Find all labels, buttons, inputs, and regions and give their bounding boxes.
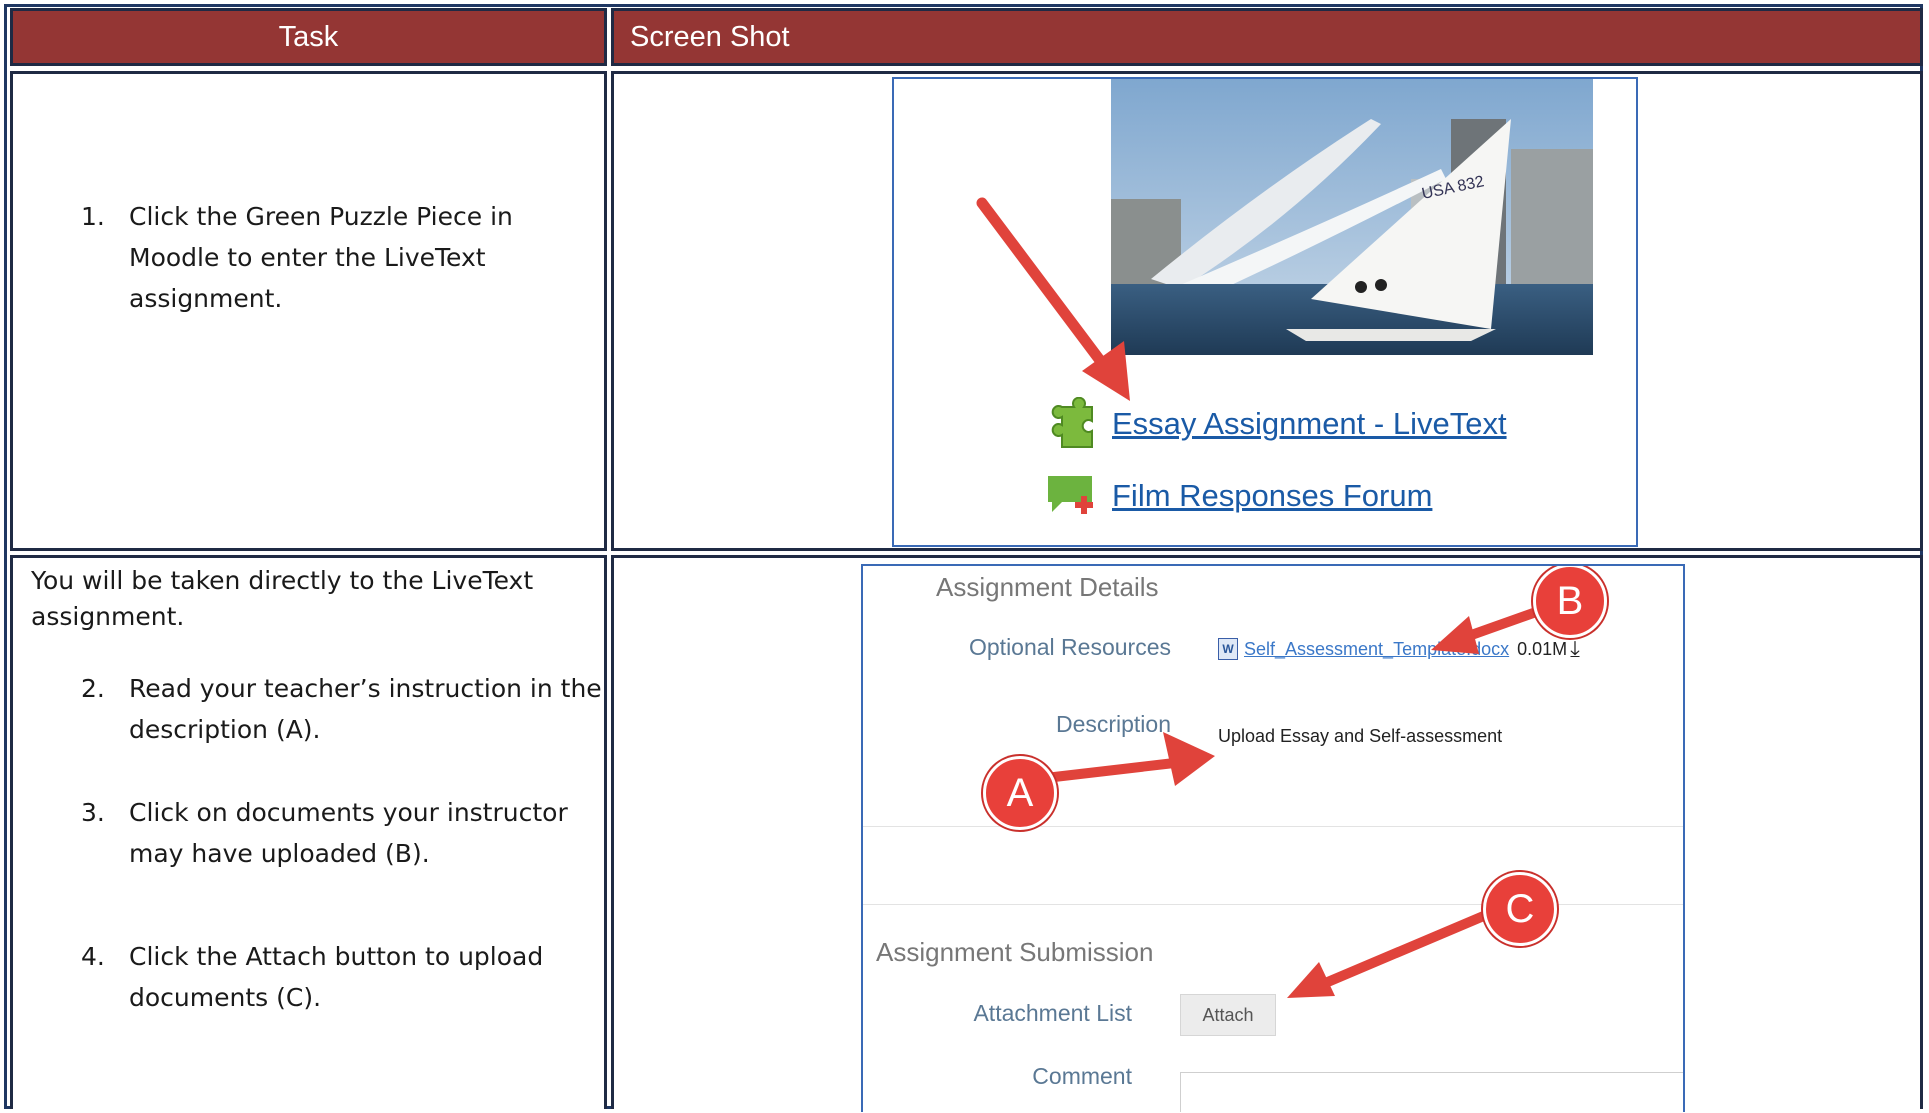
step-number: 1.	[81, 202, 105, 231]
step-line: may have uploaded (B).	[129, 839, 430, 868]
marker-a: A	[983, 756, 1057, 830]
step-number: 3.	[81, 798, 105, 827]
step-line: Click on documents your instructor	[129, 798, 568, 827]
header-task-label: Task	[278, 20, 339, 53]
header-task: Task	[10, 8, 607, 66]
marker-b: B	[1533, 566, 1607, 638]
step-line: Click the Attach button to upload	[129, 942, 544, 971]
intro-line: assignment.	[31, 602, 185, 631]
step-line: Read your teacher’s instruction in the	[129, 674, 602, 703]
essay-assignment-label[interactable]: Essay Assignment - LiveText	[1112, 406, 1507, 442]
film-forum-label[interactable]: Film Responses Forum	[1112, 478, 1432, 514]
row1-screenshot-cell: USA 832 Essay Assignment - LiveText Film…	[611, 71, 1923, 551]
step-line: Moodle to enter the LiveText	[129, 243, 486, 272]
step-line: documents (C).	[129, 983, 322, 1012]
callout-arrows	[1006, 601, 1558, 998]
forum-bubble-icon	[1048, 476, 1093, 514]
row1-task-cell: 1. Click the Green Puzzle Piece in Moodl…	[10, 71, 607, 551]
header-screenshot: Screen Shot	[611, 8, 1923, 66]
step-line: description (A).	[129, 715, 321, 744]
step-line: Click the Green Puzzle Piece in	[129, 202, 513, 231]
livetext-assignment-screenshot: Assignment Details Optional Resources W …	[861, 564, 1685, 1112]
moodle-course-screenshot: USA 832 Essay Assignment - LiveText Film…	[892, 77, 1638, 547]
puzzle-piece-icon	[1051, 397, 1093, 448]
row2-intro: You will be taken directly to the LiveTe…	[31, 563, 533, 635]
step-line: assignment.	[129, 284, 283, 313]
step-number: 2.	[81, 674, 105, 703]
film-forum-link[interactable]: Film Responses Forum	[1044, 472, 1432, 520]
row2-screenshot-cell: Assignment Details Optional Resources W …	[611, 555, 1923, 1112]
step-number: 4.	[81, 942, 105, 971]
marker-c: C	[1483, 872, 1557, 946]
essay-assignment-link[interactable]: Essay Assignment - LiveText	[1044, 397, 1507, 451]
intro-line: You will be taken directly to the LiveTe…	[31, 566, 534, 595]
header-screenshot-label: Screen Shot	[630, 20, 790, 53]
row2-task-cell: You will be taken directly to the LiveTe…	[10, 555, 607, 1109]
